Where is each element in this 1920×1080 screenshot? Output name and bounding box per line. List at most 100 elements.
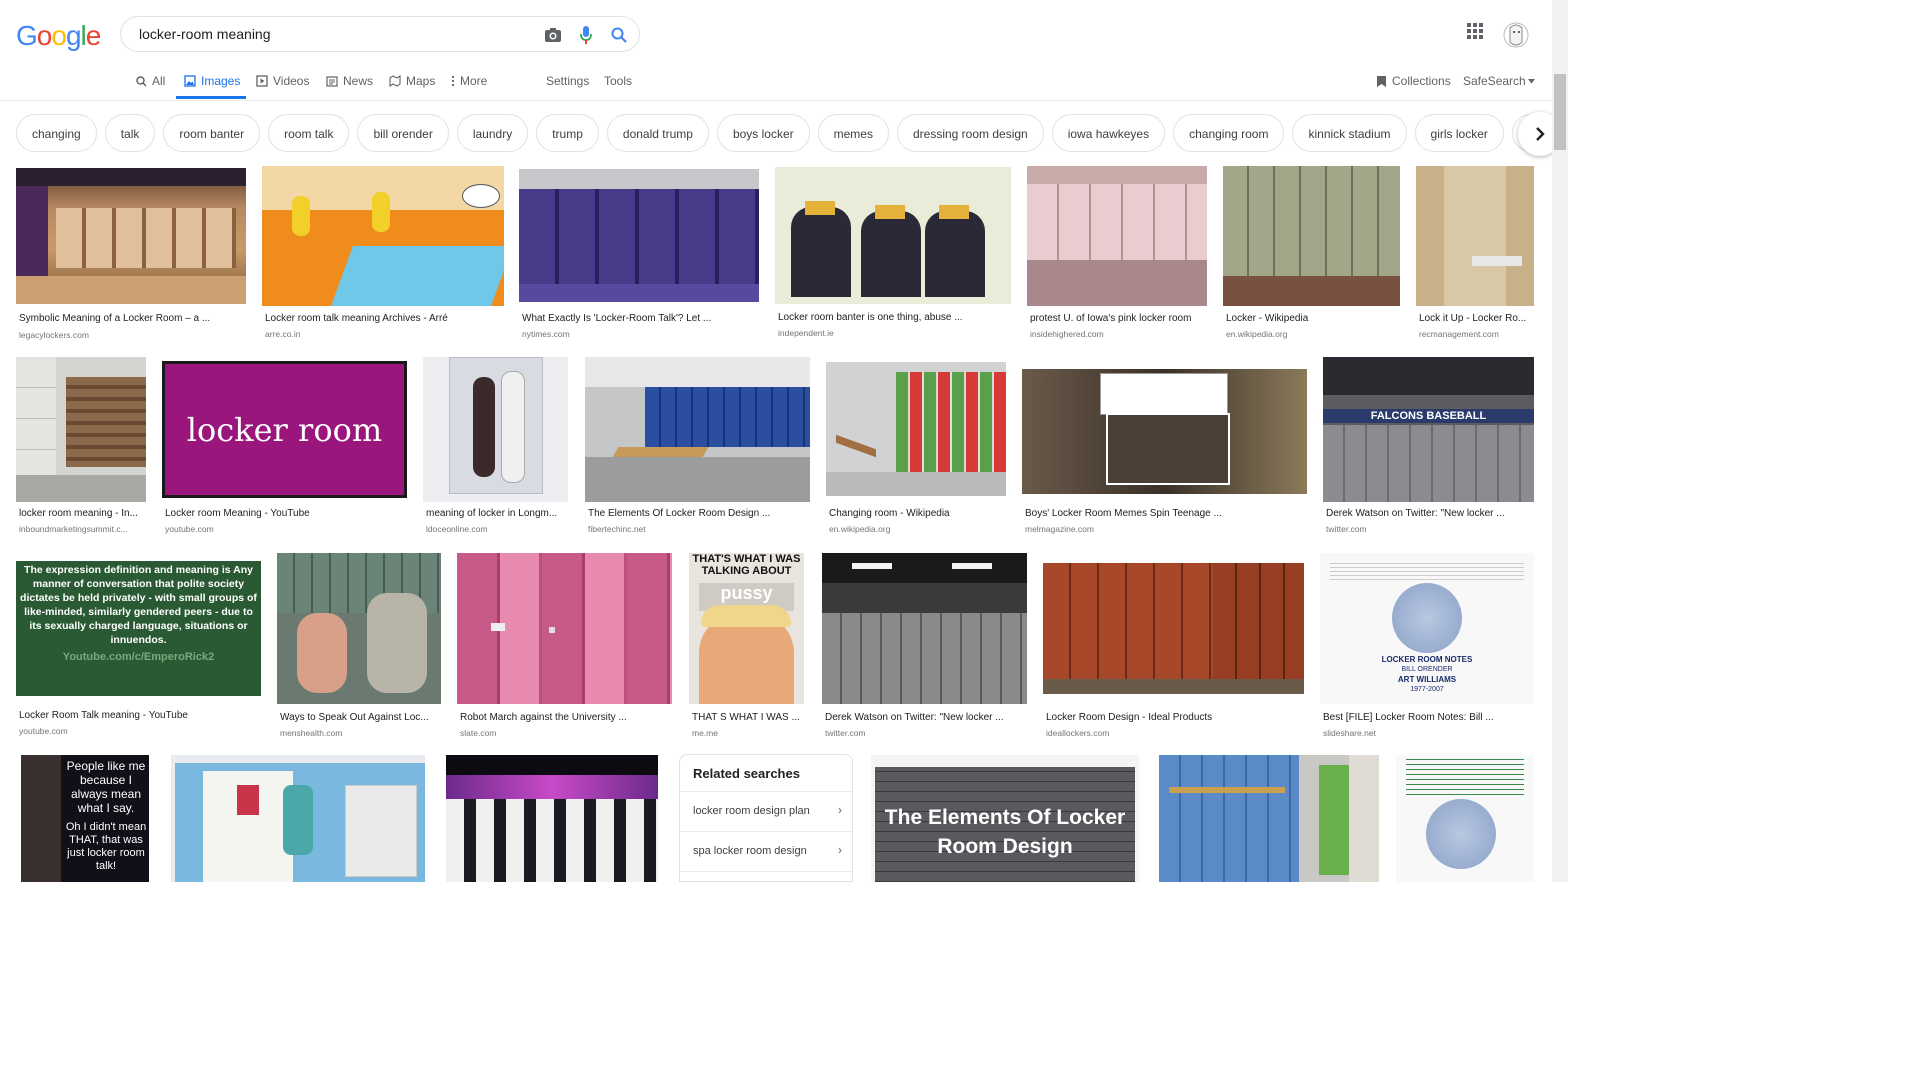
camera-icon[interactable] [543, 25, 563, 45]
result-thumbnail[interactable] [277, 553, 441, 704]
search-input[interactable] [137, 25, 531, 43]
related-search-item[interactable]: spa locker room design › [680, 831, 852, 872]
tools-link[interactable]: Tools [604, 74, 632, 88]
result-source[interactable]: slate.com [460, 728, 670, 738]
result-caption[interactable]: The Elements Of Locker Room Design ... [588, 508, 808, 519]
result-source[interactable]: legacylockers.com [19, 330, 219, 340]
result-caption[interactable]: Locker room talk meaning Archives - Arré [265, 313, 495, 324]
image-result[interactable]: The Elements Of Locker Room Design ... f… [585, 357, 810, 537]
result-source[interactable]: arre.co.in [265, 329, 495, 339]
image-result[interactable]: Derek Watson on Twitter: "New locker ...… [822, 553, 1027, 739]
result-thumbnail[interactable] [16, 357, 146, 502]
image-result[interactable]: People like me because I always mean wha… [21, 755, 149, 882]
result-source[interactable]: ideallockers.com [1046, 728, 1301, 738]
chip[interactable]: changing room [1173, 114, 1285, 152]
chip[interactable]: memes [817, 114, 889, 152]
result-source[interactable]: twitter.com [1326, 524, 1531, 534]
result-thumbnail[interactable] [423, 357, 568, 502]
image-result[interactable]: The expression definition and meaning is… [16, 561, 261, 739]
tab-videos[interactable]: Videos [256, 74, 309, 88]
scrollbar-thumb[interactable] [1554, 74, 1566, 150]
result-caption[interactable]: Locker room Meaning - YouTube [165, 508, 405, 519]
result-thumbnail[interactable] [446, 755, 658, 882]
tab-maps[interactable]: Maps [389, 74, 435, 88]
result-caption[interactable]: Robot March against the University ... [460, 712, 670, 723]
image-result[interactable]: LOCKER ROOM NOTES BILL ORENDER ART WILLI… [1320, 553, 1534, 739]
result-caption[interactable]: Boys' Locker Room Memes Spin Teenage ... [1025, 508, 1305, 519]
result-caption[interactable]: protest U. of Iowa's pink locker room [1030, 313, 1206, 324]
collections-link[interactable]: Collections [1376, 74, 1451, 88]
result-source[interactable]: slideshare.net [1323, 728, 1533, 738]
result-thumbnail[interactable]: LOCKER ROOM NOTES BILL ORENDER ART WILLI… [1320, 553, 1534, 704]
image-result[interactable]: Symbolic Meaning of a Locker Room – a ..… [16, 168, 246, 340]
result-caption[interactable]: Derek Watson on Twitter: "New locker ... [1326, 508, 1531, 519]
chip[interactable]: kinnick stadium [1292, 114, 1407, 152]
result-thumbnail[interactable] [1396, 755, 1534, 882]
image-result[interactable]: What Exactly Is 'Locker-Room Talk'? Let … [519, 169, 759, 340]
image-result[interactable] [1159, 755, 1379, 882]
image-result[interactable]: Robot March against the University ... s… [457, 553, 672, 739]
image-result[interactable]: Locker - Wikipedia en.wikipedia.org [1223, 166, 1400, 340]
result-thumbnail[interactable] [1043, 563, 1304, 694]
result-source[interactable]: recmanagement.com [1419, 329, 1534, 339]
image-result[interactable] [446, 755, 658, 882]
result-thumbnail[interactable] [822, 553, 1027, 704]
result-caption[interactable]: THAT S WHAT I WAS ... [692, 712, 804, 723]
settings-link[interactable]: Settings [546, 74, 589, 88]
image-result[interactable]: Changing room - Wikipedia en.wikipedia.o… [826, 362, 1006, 537]
chip[interactable]: changing [16, 114, 97, 152]
result-source[interactable]: youtube.com [19, 726, 259, 736]
result-thumbnail[interactable]: FALCONS BASEBALL [1323, 357, 1534, 502]
result-thumbnail[interactable] [775, 167, 1011, 304]
result-caption[interactable]: Ways to Speak Out Against Loc... [280, 712, 440, 723]
result-caption[interactable]: Symbolic Meaning of a Locker Room – a ..… [19, 313, 219, 324]
avatar-icon[interactable] [1502, 20, 1530, 55]
tab-images[interactable]: Images [184, 74, 240, 88]
result-source[interactable]: fibertechinc.net [588, 524, 808, 534]
result-thumbnail[interactable]: The expression definition and meaning is… [16, 561, 261, 696]
related-search-item[interactable]: locker room design plan › [680, 791, 852, 832]
chip[interactable]: bill orender [357, 114, 449, 152]
image-result[interactable]: Locker room talk meaning Archives - Arré… [262, 166, 504, 340]
image-result[interactable]: FALCONS BASEBALL Derek Watson on Twitter… [1323, 357, 1534, 537]
tab-more[interactable]: More [451, 74, 487, 88]
result-thumbnail[interactable] [1027, 166, 1207, 306]
chip[interactable]: talk [104, 114, 156, 152]
image-result[interactable]: meaning of locker in Longm... ldoceonlin… [423, 357, 568, 537]
image-result[interactable]: Lock it Up - Locker Ro... recmanagement.… [1416, 166, 1534, 340]
image-result[interactable]: Locker Room Design - Ideal Products idea… [1043, 563, 1304, 739]
result-source[interactable]: en.wikipedia.org [829, 524, 1005, 534]
result-source[interactable]: youtube.com [165, 524, 405, 534]
result-thumbnail[interactable]: locker room [162, 361, 407, 498]
search-icon[interactable] [609, 25, 629, 45]
result-source[interactable]: menshealth.com [280, 728, 440, 738]
chip[interactable]: room talk [268, 114, 350, 152]
result-thumbnail[interactable] [1022, 369, 1307, 494]
tab-news[interactable]: News [326, 74, 373, 88]
result-thumbnail[interactable] [1159, 755, 1379, 882]
result-thumbnail[interactable] [1223, 166, 1400, 306]
result-thumbnail[interactable] [457, 553, 672, 704]
google-logo[interactable]: Google [16, 20, 101, 52]
image-result[interactable] [1396, 755, 1534, 882]
result-caption[interactable]: Locker - Wikipedia [1226, 313, 1396, 324]
safesearch-dropdown[interactable]: SafeSearch [1463, 74, 1535, 88]
chip[interactable]: boys locker [716, 114, 810, 152]
result-source[interactable]: independent.ie [778, 328, 988, 338]
result-thumbnail[interactable]: People like me because I always mean wha… [21, 755, 149, 882]
result-thumbnail[interactable] [585, 357, 810, 502]
result-thumbnail[interactable] [171, 755, 425, 882]
chip[interactable]: trump [536, 114, 599, 152]
result-thumbnail[interactable] [16, 168, 246, 304]
chip[interactable]: laundry [456, 114, 529, 152]
image-result[interactable]: Locker room banter is one thing, abuse .… [775, 167, 1011, 340]
image-result[interactable]: locker room Locker room Meaning - YouTub… [162, 361, 407, 537]
result-thumbnail[interactable] [826, 362, 1006, 496]
result-source[interactable]: twitter.com [825, 728, 1025, 738]
result-source[interactable]: melmagazine.com [1025, 524, 1305, 534]
image-result[interactable]: protest U. of Iowa's pink locker room in… [1027, 166, 1207, 340]
chip[interactable]: girls locker [1414, 114, 1504, 152]
vertical-scrollbar[interactable] [1552, 0, 1568, 882]
result-thumbnail[interactable] [1416, 166, 1534, 306]
chip[interactable]: room banter [163, 114, 261, 152]
